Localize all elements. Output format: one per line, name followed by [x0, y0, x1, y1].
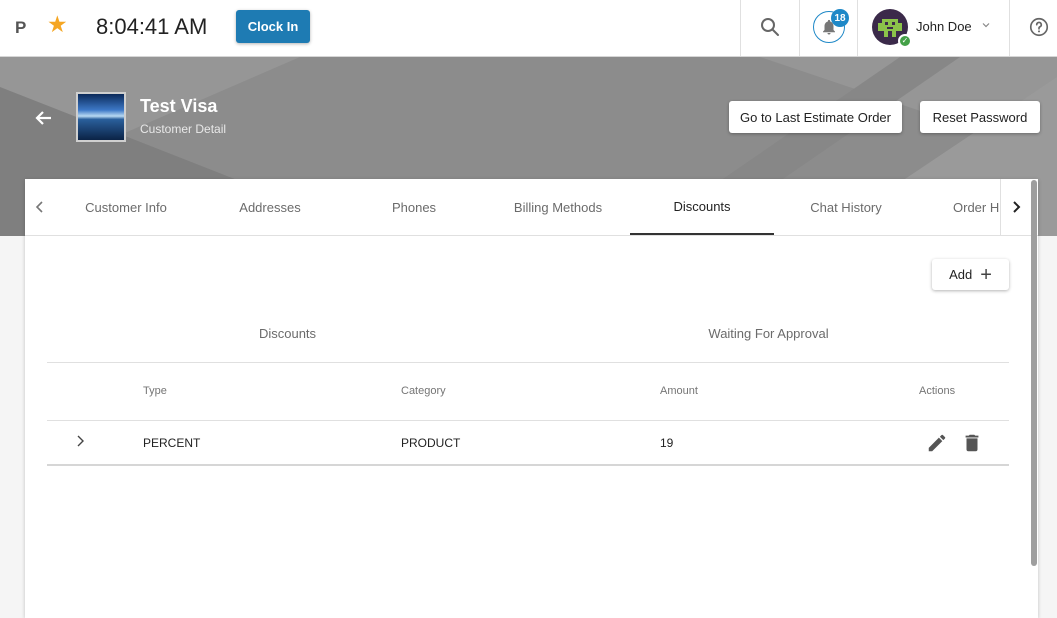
divider [1009, 0, 1010, 56]
search-icon[interactable] [758, 15, 782, 39]
cell-amount: 19 [660, 436, 674, 450]
column-header-amount[interactable]: Amount [660, 385, 698, 397]
tab-discounts[interactable]: Discounts [630, 179, 774, 235]
divider [857, 0, 858, 56]
tabs-scroll-left-button[interactable] [25, 179, 55, 235]
back-arrow-icon[interactable] [33, 107, 55, 129]
tab-customer-info[interactable]: Customer Info [54, 179, 198, 235]
user-name[interactable]: John Doe [916, 19, 972, 34]
table-row[interactable]: PERCENT PRODUCT 19 [47, 421, 1009, 466]
tab-waiting-for-approval[interactable]: Waiting For Approval [528, 313, 1009, 353]
star-icon[interactable]: ★ [47, 13, 68, 36]
chevron-right-icon[interactable] [74, 433, 86, 449]
tab-phones[interactable]: Phones [342, 179, 486, 235]
cell-type: PERCENT [143, 436, 201, 450]
column-header-actions: Actions [919, 385, 956, 397]
table-header: Type Category Amount Actions [47, 364, 1009, 421]
go-to-last-estimate-button[interactable]: Go to Last Estimate Order [729, 101, 902, 133]
clock-time: 8:04:41 AM [96, 14, 208, 39]
discount-sub-tabs: Discounts Waiting For Approval [47, 313, 1009, 363]
notification-badge: 18 [831, 9, 849, 27]
online-status-icon: ✓ [898, 34, 912, 48]
customer-name: Test Visa [140, 96, 218, 116]
customer-image [76, 92, 126, 142]
tab-order-history[interactable]: Order His [918, 179, 1000, 235]
tab-addresses[interactable]: Addresses [198, 179, 342, 235]
discounts-table: Type Category Amount Actions PERCENT PRO… [47, 364, 1009, 466]
tab-billing-methods[interactable]: Billing Methods [486, 179, 630, 235]
customer-subtitle: Customer Detail [140, 122, 227, 136]
tabs-scroll-right-button[interactable] [1000, 179, 1030, 235]
column-header-type[interactable]: Type [143, 385, 167, 397]
chevron-left-icon [35, 201, 43, 213]
add-label: Add [949, 267, 973, 282]
tab-discounts-list[interactable]: Discounts [47, 313, 528, 353]
app-logo[interactable]: P [15, 18, 26, 38]
edit-icon[interactable] [926, 432, 948, 454]
scrollbar[interactable] [1031, 180, 1037, 566]
delete-icon[interactable] [961, 432, 983, 454]
plus-icon: + [980, 263, 992, 286]
clock-in-button[interactable]: Clock In [236, 10, 310, 43]
tab-chat-history[interactable]: Chat History [774, 179, 918, 235]
cell-category: PRODUCT [401, 436, 461, 450]
reset-password-button[interactable]: Reset Password [920, 101, 1040, 133]
top-bar: P ★ 8:04:41 AM Clock In 18 ✓ John Doe [0, 0, 1057, 57]
tab-bar: Customer Info Addresses Phones Billing M… [25, 179, 1038, 236]
add-discount-button[interactable]: Add + [932, 259, 1009, 290]
customer-detail-card: Customer Info Addresses Phones Billing M… [25, 179, 1038, 618]
column-header-category[interactable]: Category [401, 385, 446, 397]
help-icon[interactable] [1028, 16, 1050, 38]
chevron-right-icon [1012, 201, 1020, 213]
chevron-down-icon[interactable] [980, 19, 992, 31]
divider [799, 0, 800, 56]
divider [740, 0, 741, 56]
